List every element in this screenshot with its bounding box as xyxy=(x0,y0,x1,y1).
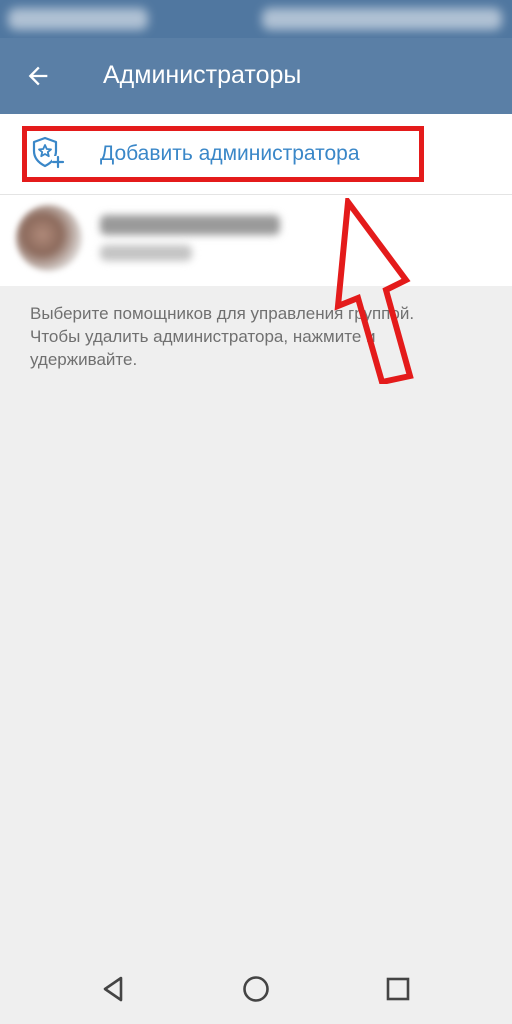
page-title: Администраторы xyxy=(103,61,302,89)
admin-list-item[interactable] xyxy=(0,195,512,286)
status-left-blur xyxy=(8,8,148,30)
shield-star-plus-icon xyxy=(32,136,65,169)
nav-recents-square-icon xyxy=(386,977,410,1001)
back-button[interactable] xyxy=(18,56,58,96)
add-admin-label: Добавить администратора xyxy=(100,142,360,165)
nav-bar xyxy=(0,952,512,1024)
admin-name-blurred xyxy=(100,215,280,235)
admin-role-blurred xyxy=(100,245,192,261)
nav-recents-button[interactable] xyxy=(381,972,415,1006)
hint-text: Выберите помощников для управления групп… xyxy=(30,304,415,369)
screen: Администраторы Добавить администратора В… xyxy=(0,0,512,1024)
nav-back-button[interactable] xyxy=(97,972,131,1006)
arrow-back-icon xyxy=(28,66,48,86)
admins-card: Добавить администратора xyxy=(0,114,512,286)
nav-back-triangle-icon xyxy=(103,976,123,1002)
status-bar xyxy=(0,0,512,38)
add-admin-row[interactable]: Добавить администратора xyxy=(0,114,512,194)
nav-home-button[interactable] xyxy=(239,972,273,1006)
avatar xyxy=(16,205,82,271)
nav-home-circle-icon xyxy=(243,976,269,1002)
app-bar: Администраторы xyxy=(0,38,512,114)
status-right-blur xyxy=(262,8,502,30)
